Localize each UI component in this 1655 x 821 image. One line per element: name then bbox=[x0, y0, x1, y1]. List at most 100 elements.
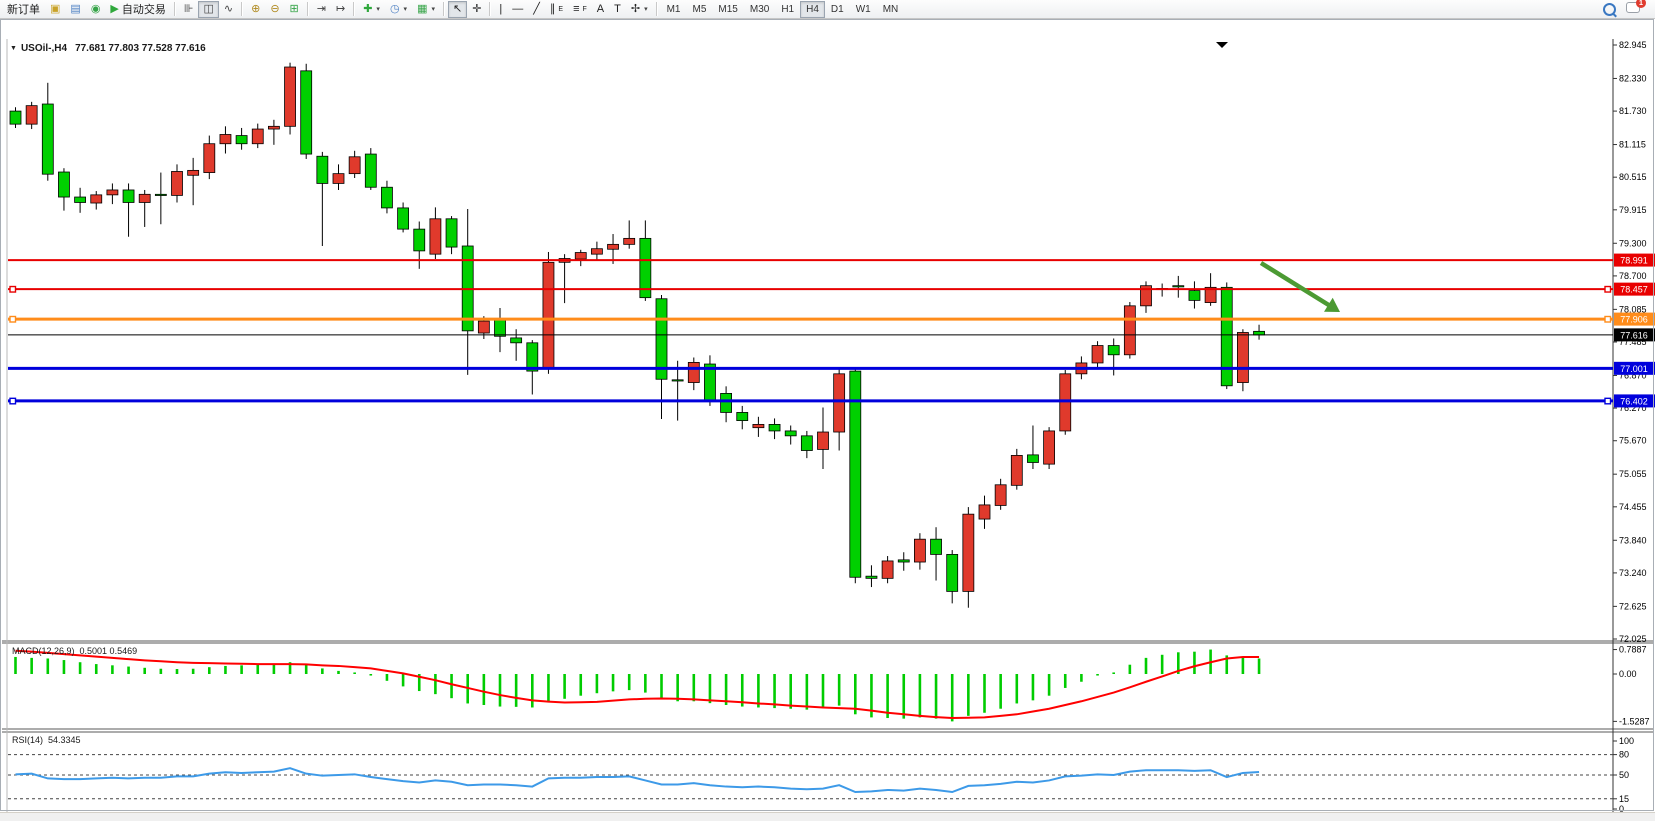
candlestick-down bbox=[301, 71, 312, 154]
profiles-icon[interactable]: ▤ bbox=[65, 1, 85, 18]
charts-window-icon[interactable]: ▣ bbox=[45, 1, 65, 18]
chart-window[interactable]: 82.94582.33081.73081.11580.51579.91579.3… bbox=[0, 19, 1655, 812]
price-badge-label: 77.001 bbox=[1620, 364, 1648, 374]
candlestick-up bbox=[333, 174, 344, 184]
cursor-icon[interactable]: ↖ bbox=[448, 1, 467, 18]
rsi-tick-label: 100 bbox=[1619, 736, 1634, 746]
timeframe-mn-button[interactable]: MN bbox=[877, 1, 905, 18]
line-drag-handle[interactable] bbox=[10, 287, 16, 293]
add-indicator-icon[interactable]: ✚▾ bbox=[358, 1, 385, 18]
timeframe-h1-button[interactable]: H1 bbox=[775, 1, 800, 18]
candlestick-down bbox=[123, 190, 134, 203]
timeframe-m1-button[interactable]: M1 bbox=[661, 1, 687, 18]
candlestick-down bbox=[866, 576, 877, 578]
candlestick-up bbox=[204, 144, 215, 173]
candlestick-up bbox=[688, 362, 699, 382]
candlestick-chart-icon[interactable]: ◫ bbox=[198, 1, 218, 18]
price-tick-label: 81.115 bbox=[1619, 140, 1646, 150]
line-drag-handle[interactable] bbox=[1605, 398, 1611, 404]
vertical-line-icon[interactable]: | bbox=[494, 1, 507, 18]
tile-windows-icon[interactable]: ⊞ bbox=[285, 1, 304, 18]
chart-shift-icon[interactable]: ↦ bbox=[331, 1, 350, 18]
candlestick-down bbox=[931, 539, 942, 554]
candlestick-up bbox=[268, 126, 279, 129]
price-chart-canvas[interactable]: 82.94582.33081.73081.11580.51579.91579.3… bbox=[0, 19, 1655, 821]
price-tick-label: 74.455 bbox=[1619, 502, 1647, 512]
ohlc-quote: 77.681 77.803 77.528 77.616 bbox=[75, 43, 206, 54]
candlestick-down bbox=[1189, 291, 1200, 301]
candlestick-up bbox=[107, 190, 118, 195]
price-badge-label: 78.991 bbox=[1620, 256, 1648, 266]
line-drag-handle[interactable] bbox=[1605, 316, 1611, 322]
rsi-indicator-label: RSI(14)54.3345 bbox=[12, 735, 81, 745]
charts-window-icon-glyph: ▣ bbox=[50, 4, 60, 15]
price-tick-label: 82.945 bbox=[1619, 40, 1647, 50]
auto-scroll-icon-glyph: ⇥ bbox=[317, 4, 326, 15]
candlestick-down bbox=[898, 560, 909, 562]
toolbar-separator bbox=[489, 2, 491, 16]
template-icon[interactable]: ▦▾ bbox=[412, 1, 440, 18]
timeframe-h4-button[interactable]: H4 bbox=[800, 1, 825, 18]
macd-values: 0.5001 0.5469 bbox=[80, 646, 138, 656]
line-chart-icon[interactable]: ∿ bbox=[219, 1, 238, 18]
candlestick-up bbox=[285, 67, 296, 126]
text-icon-glyph: A bbox=[597, 4, 604, 15]
price-tick-label: 73.240 bbox=[1619, 568, 1647, 578]
toolbar-separator bbox=[656, 2, 658, 16]
candlestick-up bbox=[430, 219, 441, 254]
candlestick-down bbox=[737, 412, 748, 420]
horizontal-line-icon[interactable]: — bbox=[507, 1, 528, 18]
collapse-panel-icon[interactable]: ▼ bbox=[10, 45, 17, 52]
chart-title: ▼USOil-,H477.681 77.803 77.528 77.616 bbox=[10, 43, 206, 54]
auto-scroll-icon[interactable]: ⇥ bbox=[312, 1, 331, 18]
chart-shift-icon-glyph: ↦ bbox=[336, 4, 345, 15]
zoom-in-icon[interactable]: ⊕ bbox=[246, 1, 265, 18]
candlestick-down bbox=[42, 104, 53, 174]
arrows-icon[interactable]: ✢▾ bbox=[626, 1, 653, 18]
candlestick-up bbox=[575, 253, 586, 260]
timeframe-w1-button[interactable]: W1 bbox=[850, 1, 877, 18]
candlestick-down bbox=[155, 194, 166, 195]
crosshair-icon[interactable]: ✛ bbox=[467, 1, 486, 18]
auto-trading-button[interactable]: ▶自动交易 bbox=[105, 1, 170, 18]
candlestick-chart-icon-glyph: ◫ bbox=[203, 4, 213, 15]
price-badge-label: 77.906 bbox=[1620, 315, 1648, 325]
equidistant-channel-icon[interactable]: ∥E bbox=[545, 1, 568, 18]
search-icon[interactable] bbox=[1598, 1, 1621, 18]
text-icon[interactable]: A bbox=[592, 1, 609, 18]
candlestick-up bbox=[543, 262, 554, 369]
candlestick-up bbox=[624, 238, 635, 244]
candlestick-down bbox=[365, 154, 376, 187]
profiles-icon-glyph: ▤ bbox=[70, 4, 80, 15]
bar-chart-icon[interactable]: ⊪ bbox=[179, 1, 199, 18]
timeframe-m30-button[interactable]: M30 bbox=[744, 1, 775, 18]
candlestick-up bbox=[349, 157, 360, 174]
status-bar bbox=[0, 812, 1655, 821]
timeframe-d1-button[interactable]: D1 bbox=[825, 1, 850, 18]
signals-icon[interactable]: ◉ bbox=[86, 1, 106, 18]
line-drag-handle[interactable] bbox=[10, 398, 16, 404]
macd-name: MACD(12,26,9) bbox=[12, 646, 75, 656]
candlestick-down bbox=[58, 172, 69, 197]
candlestick-down bbox=[511, 338, 522, 343]
periods-icon[interactable]: ◷▾ bbox=[385, 1, 412, 18]
community-icon[interactable]: 1 bbox=[1621, 1, 1653, 18]
candlestick-down bbox=[947, 554, 958, 591]
price-tick-label: 81.730 bbox=[1619, 106, 1647, 116]
candlestick-up bbox=[753, 424, 764, 427]
rsi-tick-label: 80 bbox=[1619, 750, 1629, 760]
candlestick-up bbox=[26, 106, 37, 124]
fibonacci-icon[interactable]: ≡F bbox=[568, 1, 592, 18]
timeframe-m15-button[interactable]: M15 bbox=[712, 1, 743, 18]
trendline-icon[interactable]: ╱ bbox=[528, 1, 545, 18]
candlestick-down bbox=[672, 380, 683, 381]
text-label-icon[interactable]: T bbox=[609, 1, 626, 18]
line-drag-handle[interactable] bbox=[10, 316, 16, 322]
candlestick-up bbox=[139, 194, 150, 202]
zoom-out-icon[interactable]: ⊖ bbox=[265, 1, 284, 18]
new-order-button[interactable]: 新订单 bbox=[2, 1, 45, 18]
candlestick-down bbox=[495, 319, 506, 336]
timeframe-m5-button[interactable]: M5 bbox=[687, 1, 713, 18]
line-drag-handle[interactable] bbox=[1605, 287, 1611, 293]
main-toolbar: 新订单 ▣ ▤ ◉▶自动交易 ⊪ ◫ ∿ ⊕⊖⊞ ⇥ ↦ ✚▾◷▾▦▾ ↖✛ |—╱∥E≡F AT✢▾ M1… bbox=[0, 0, 1655, 19]
